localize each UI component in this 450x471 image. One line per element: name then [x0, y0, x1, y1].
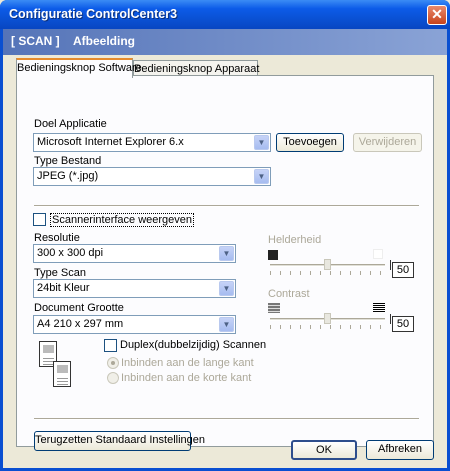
duplex-label: Duplex(dubbelzijdig) Scannen	[120, 339, 267, 351]
contrast-slider-thumb[interactable]	[324, 313, 331, 324]
contrast-divider	[390, 314, 391, 324]
brightness-high-icon	[373, 249, 383, 259]
chevron-down-icon: ▼	[254, 169, 269, 184]
contrast-low-icon	[268, 303, 280, 313]
title-bar[interactable]: Configuratie ControlCenter3 ✕	[0, 0, 450, 29]
target-app-label: Doel Applicatie	[34, 118, 107, 130]
resolution-select[interactable]: 300 x 300 dpi ▼	[33, 244, 236, 263]
duplex-long-edge-label: Inbinden aan de lange kant	[121, 357, 254, 369]
scanner-interface-label[interactable]: Scannerinterface weergeven	[50, 213, 195, 227]
section-banner: [ SCAN ] Afbeelding	[3, 29, 447, 55]
cancel-button[interactable]: Afbreken	[366, 440, 434, 460]
brightness-ticks	[270, 271, 386, 275]
tab-device-label: Bedieningsknop Apparaat	[134, 63, 260, 75]
duplex-short-edge-label: Inbinden aan de korte kant	[121, 372, 252, 384]
contrast-ticks	[270, 325, 386, 329]
reset-defaults-button[interactable]: Terugzetten Standaard Instellingen	[34, 431, 205, 451]
banner-section: [ SCAN ]	[11, 34, 60, 48]
remove-application-button[interactable]: Verwijderen	[353, 133, 422, 152]
brightness-value: 50	[392, 262, 414, 278]
dialog-window: Configuratie ControlCenter3 ✕ [ SCAN ] A…	[0, 0, 450, 471]
tab-software-label: Bedieningsknop Software	[17, 62, 142, 74]
duplex-short-edge-radio[interactable]	[107, 372, 119, 384]
close-icon: ✕	[431, 6, 443, 22]
duplex-document-icon	[39, 341, 77, 393]
tab-panel: Doel Applicatie Microsoft Internet Explo…	[16, 75, 434, 451]
scan-type-label: Type Scan	[34, 267, 86, 279]
scan-type-select[interactable]: 24bit Kleur ▼	[33, 279, 236, 298]
target-app-select[interactable]: Microsoft Internet Explorer 6.x ▼	[33, 133, 271, 152]
dialog-client: [ SCAN ] Afbeelding Bedieningsknop Softw…	[3, 29, 447, 468]
brightness-slider-thumb[interactable]	[324, 259, 331, 270]
file-type-select[interactable]: JPEG (*.jpg) ▼	[33, 167, 271, 186]
document-size-select[interactable]: A4 210 x 297 mm ▼	[33, 315, 236, 334]
contrast-high-icon	[373, 303, 385, 313]
scanner-interface-checkbox[interactable]	[33, 213, 46, 226]
target-app-value: Microsoft Internet Explorer 6.x	[37, 136, 184, 148]
banner-subsection: Afbeelding	[73, 34, 135, 48]
scan-type-value: 24bit Kleur	[37, 282, 90, 294]
file-type-label: Type Bestand	[34, 155, 102, 167]
brightness-divider	[390, 260, 391, 270]
window-title: Configuratie ControlCenter3	[9, 7, 178, 21]
chevron-down-icon: ▼	[254, 135, 269, 150]
chevron-down-icon: ▼	[219, 246, 234, 261]
brightness-label: Helderheid	[268, 234, 322, 246]
close-button[interactable]: ✕	[427, 5, 447, 25]
duplex-checkbox[interactable]	[104, 339, 117, 352]
add-application-button[interactable]: Toevoegen	[276, 133, 344, 152]
footer-divider	[34, 418, 419, 420]
document-size-value: A4 210 x 297 mm	[37, 318, 124, 330]
section-divider	[34, 205, 419, 207]
tab-software-button[interactable]: Bedieningsknop Software	[16, 58, 142, 78]
document-size-label: Document Grootte	[34, 302, 124, 314]
resolution-label: Resolutie	[34, 232, 80, 244]
contrast-value: 50	[392, 316, 414, 332]
file-type-value: JPEG (*.jpg)	[37, 170, 99, 182]
ok-button[interactable]: OK	[291, 440, 357, 460]
resolution-value: 300 x 300 dpi	[37, 247, 104, 259]
chevron-down-icon: ▼	[219, 281, 234, 296]
chevron-down-icon: ▼	[219, 317, 234, 332]
contrast-label: Contrast	[268, 288, 310, 300]
brightness-low-icon	[268, 250, 278, 260]
duplex-long-edge-radio[interactable]	[107, 357, 119, 369]
